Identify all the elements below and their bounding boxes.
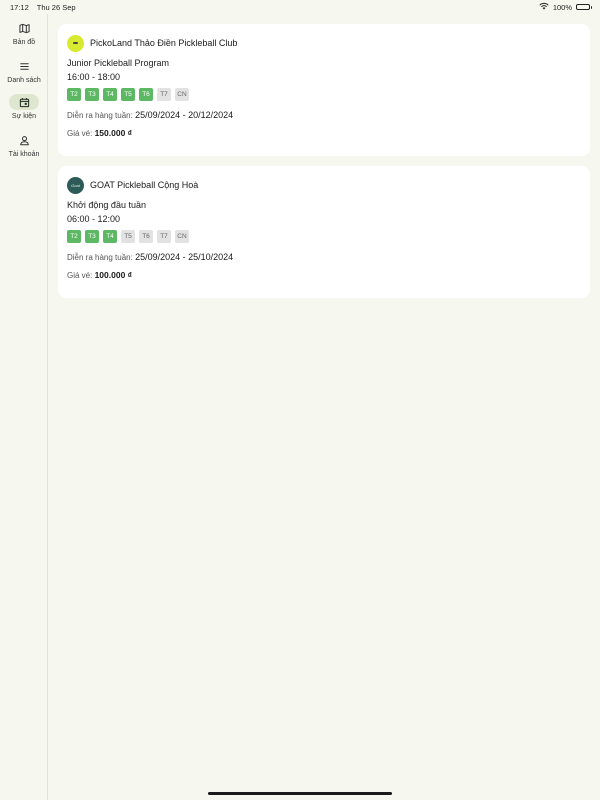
day-chip: T5 [121, 230, 135, 243]
day-chip: T4 [103, 230, 117, 243]
nav-label-account: Tài khoản [8, 151, 40, 158]
schedule-line: Diễn ra hàng tuần: 25/09/2024 - 20/12/20… [67, 110, 581, 120]
nav-label-list: Danh sách [7, 77, 41, 84]
price-line: Giá vé: 100.000 ₫ [67, 270, 581, 280]
day-chip: T6 [139, 88, 153, 101]
day-chip: T5 [121, 88, 135, 101]
map-icon [9, 20, 39, 36]
wifi-icon [539, 2, 549, 12]
day-chip: T3 [85, 88, 99, 101]
day-chip: CN [175, 88, 189, 101]
status-date: Thu 26 Sep [36, 2, 76, 12]
day-chip: T6 [139, 230, 153, 243]
club-name: GOAT Pickleball Cộng Hoà [90, 180, 199, 190]
home-indicator[interactable] [208, 792, 392, 795]
day-chip: T2 [67, 230, 81, 243]
day-chip: T7 [157, 230, 171, 243]
day-chip: CN [175, 230, 189, 243]
day-chip: T7 [157, 88, 171, 101]
event-card[interactable]: Goat GOAT Pickleball Cộng Hoà Khởi động … [58, 166, 590, 298]
day-chip: T3 [85, 230, 99, 243]
weekday-chips: T2 T3 T4 T5 T6 T7 CN [67, 88, 581, 101]
nav-item-events[interactable]: Sự kiện [0, 94, 48, 120]
time-range: 06:00 - 12:00 [67, 214, 121, 224]
navigation-rail: Bản đồ Danh sách Sự kiện Tài khoản [0, 14, 48, 800]
club-name: PickoLand Thảo Điền Pickleball Club [90, 38, 238, 48]
time-range: 16:00 - 18:00 [67, 72, 121, 82]
list-icon [9, 58, 39, 74]
nav-item-list[interactable]: Danh sách [0, 58, 48, 84]
price-line: Giá vé: 150.000 ₫ [67, 128, 581, 138]
status-bar: 17:12 Thu 26 Sep 100% [0, 0, 600, 14]
schedule-label: Diễn ra hàng tuần: [67, 111, 133, 120]
weekday-chips: T2 T3 T4 T5 T6 T7 CN [67, 230, 581, 243]
goat-club-logo: Goat [67, 176, 84, 194]
nav-item-map[interactable]: Bản đồ [0, 20, 48, 46]
day-chip: T2 [67, 88, 81, 101]
price-value: 150.000 ₫ [94, 128, 133, 138]
status-time: 17:12 [10, 2, 29, 12]
price-label: Giá vé: [67, 271, 93, 280]
club-header: PickoLand Thảo Điền Pickleball Club [67, 34, 581, 52]
battery-icon [576, 4, 592, 10]
person-icon [9, 132, 39, 148]
price-value: 100.000 ₫ [94, 270, 133, 280]
nav-label-events: Sự kiện [11, 113, 37, 120]
battery-percent: 100% [552, 2, 572, 12]
schedule-label: Diễn ra hàng tuần: [67, 253, 133, 262]
nav-label-map: Bản đồ [12, 39, 36, 46]
event-card[interactable]: PickoLand Thảo Điền Pickleball Club Juni… [58, 24, 590, 156]
pickleball-ball-logo [67, 34, 84, 52]
schedule-value: 25/09/2024 - 25/10/2024 [135, 252, 234, 262]
schedule-line: Diễn ra hàng tuần: 25/09/2024 - 25/10/20… [67, 252, 581, 262]
calendar-icon [9, 94, 39, 110]
schedule-value: 25/09/2024 - 20/12/2024 [135, 110, 234, 120]
nav-item-account[interactable]: Tài khoản [0, 132, 48, 158]
program-name: Junior Pickleball Program [67, 58, 170, 68]
program-name: Khởi động đầu tuần [67, 200, 146, 210]
club-header: Goat GOAT Pickleball Cộng Hoà [67, 176, 581, 194]
price-label: Giá vé: [67, 129, 93, 138]
day-chip: T4 [103, 88, 117, 101]
